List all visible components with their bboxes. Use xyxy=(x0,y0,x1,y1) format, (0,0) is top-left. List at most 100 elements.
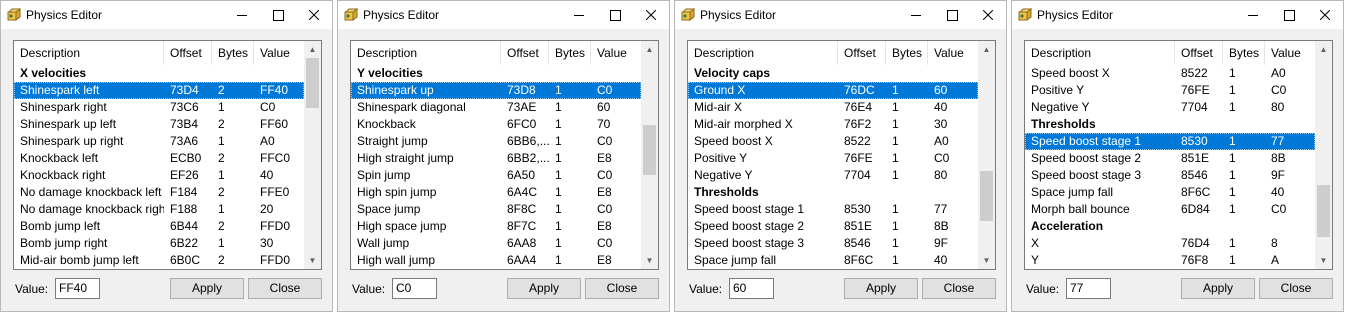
title-bar[interactable]: Physics Editor xyxy=(338,1,669,29)
value-input[interactable]: 77 xyxy=(1066,278,1111,299)
list-row[interactable]: Speed boost X 8522 1 A0 xyxy=(1025,65,1315,82)
list-row[interactable]: Space jump fall 8F6C 1 40 xyxy=(1025,184,1315,201)
column-header[interactable]: Value xyxy=(1265,41,1317,65)
physics-list[interactable]: Description Offset Bytes Value Y velocities S… xyxy=(350,40,659,270)
list-row[interactable]: Shinespark diagonal 73AE 1 60 xyxy=(351,99,641,116)
column-header[interactable]: Description xyxy=(14,41,164,65)
scroll-up-arrow-icon[interactable]: ▲ xyxy=(641,41,658,58)
list-row[interactable]: High straight jump 6BB2,... 1 E8 xyxy=(351,150,641,167)
close-button[interactable]: Close xyxy=(922,278,996,299)
physics-list[interactable]: Description Offset Bytes Value X velocities S… xyxy=(13,40,322,270)
column-header[interactable]: Description xyxy=(351,41,501,65)
title-bar[interactable]: Physics Editor xyxy=(1,1,332,29)
scroll-down-arrow-icon[interactable]: ▼ xyxy=(978,252,995,269)
apply-button[interactable]: Apply xyxy=(507,278,581,299)
list-row[interactable]: Straight jump 6BB6,... 1 C0 xyxy=(351,133,641,150)
list-row[interactable]: Shinespark up 73D8 1 C0 xyxy=(351,82,641,99)
column-header[interactable]: Description xyxy=(688,41,838,65)
list-row[interactable]: Spin jump 6A50 1 C0 xyxy=(351,167,641,184)
column-header[interactable]: Offset xyxy=(164,41,212,65)
value-input[interactable]: C0 xyxy=(392,278,437,299)
maximize-button[interactable] xyxy=(934,1,970,29)
list-row[interactable]: Wall jump 6AA8 1 C0 xyxy=(351,235,641,252)
list-row[interactable]: Mid-air morphed X 76F2 1 30 xyxy=(688,116,978,133)
title-bar[interactable]: Physics Editor xyxy=(675,1,1006,29)
minimize-button[interactable] xyxy=(1235,1,1271,29)
group-header-row[interactable]: Thresholds xyxy=(1025,116,1315,133)
list-row[interactable]: Shinespark left 73D4 2 FF40 xyxy=(14,82,304,99)
scroll-up-arrow-icon[interactable]: ▲ xyxy=(304,41,321,58)
list-row[interactable]: Speed boost X 8522 1 A0 xyxy=(688,133,978,150)
vertical-scrollbar[interactable]: ▲ ▼ xyxy=(1315,41,1332,269)
list-row[interactable]: Morph ball bounce 6D84 1 C0 xyxy=(1025,201,1315,218)
group-header-row[interactable]: Thresholds xyxy=(688,184,978,201)
group-header-row[interactable]: Velocity caps xyxy=(688,65,978,82)
column-header[interactable]: Offset xyxy=(838,41,886,65)
list-row[interactable]: X 76D4 1 8 xyxy=(1025,235,1315,252)
list-row[interactable]: Positive Y 76FE 1 C0 xyxy=(688,150,978,167)
list-row[interactable]: Speed boost stage 3 8546 1 9F xyxy=(688,235,978,252)
list-row[interactable]: High spin jump 6A4C 1 E8 xyxy=(351,184,641,201)
list-row[interactable]: Y 76F8 1 A xyxy=(1025,252,1315,269)
list-row[interactable]: Space jump 8F8C 1 C0 xyxy=(351,201,641,218)
list-row[interactable]: Shinespark up left 73B4 2 FF60 xyxy=(14,116,304,133)
scroll-up-arrow-icon[interactable]: ▲ xyxy=(1315,41,1332,58)
column-header[interactable]: Bytes xyxy=(886,41,928,65)
scroll-up-arrow-icon[interactable]: ▲ xyxy=(978,41,995,58)
maximize-button[interactable] xyxy=(260,1,296,29)
minimize-button[interactable] xyxy=(224,1,260,29)
physics-list[interactable]: Description Offset Bytes Value Speed boost X… xyxy=(1024,40,1333,270)
minimize-button[interactable] xyxy=(561,1,597,29)
scroll-thumb[interactable] xyxy=(643,125,656,175)
list-row[interactable]: Speed boost stage 3 8546 1 9F xyxy=(1025,167,1315,184)
list-row[interactable]: Speed boost stage 1 8530 1 77 xyxy=(688,201,978,218)
close-window-button[interactable] xyxy=(633,1,669,29)
vertical-scrollbar[interactable]: ▲ ▼ xyxy=(641,41,658,269)
scroll-thumb[interactable] xyxy=(1317,185,1330,237)
scroll-down-arrow-icon[interactable]: ▼ xyxy=(304,252,321,269)
column-header[interactable]: Bytes xyxy=(1223,41,1265,65)
list-row[interactable]: High wall jump 6AA4 1 E8 xyxy=(351,252,641,269)
list-row[interactable]: Shinespark right 73C6 1 C0 xyxy=(14,99,304,116)
list-row[interactable]: No damage knockback right F188 1 20 xyxy=(14,201,304,218)
list-row[interactable]: No damage knockback left F184 2 FFE0 xyxy=(14,184,304,201)
column-header[interactable]: Offset xyxy=(1175,41,1223,65)
physics-list[interactable]: Description Offset Bytes Value Velocity caps… xyxy=(687,40,996,270)
list-row[interactable]: Negative Y 7704 1 80 xyxy=(1025,99,1315,116)
list-row[interactable]: Mid-air X 76E4 1 40 xyxy=(688,99,978,116)
column-header[interactable]: Value xyxy=(591,41,643,65)
vertical-scrollbar[interactable]: ▲ ▼ xyxy=(978,41,995,269)
group-header-row[interactable]: X velocities xyxy=(14,65,304,82)
group-header-row[interactable]: Acceleration xyxy=(1025,218,1315,235)
close-window-button[interactable] xyxy=(296,1,332,29)
apply-button[interactable]: Apply xyxy=(844,278,918,299)
list-row[interactable]: Knockback right EF26 1 40 xyxy=(14,167,304,184)
value-input[interactable]: FF40 xyxy=(55,278,100,299)
column-header[interactable]: Value xyxy=(254,41,306,65)
close-window-button[interactable] xyxy=(970,1,1006,29)
maximize-button[interactable] xyxy=(597,1,633,29)
scroll-down-arrow-icon[interactable]: ▼ xyxy=(641,252,658,269)
close-button[interactable]: Close xyxy=(1259,278,1333,299)
vertical-scrollbar[interactable]: ▲ ▼ xyxy=(304,41,321,269)
close-window-button[interactable] xyxy=(1307,1,1343,29)
list-row[interactable]: Ground X 76DC 1 60 xyxy=(688,82,978,99)
list-row[interactable]: Mid-air bomb jump left 6B0C 2 FFD0 xyxy=(14,252,304,269)
column-header[interactable]: Value xyxy=(928,41,980,65)
value-input[interactable]: 60 xyxy=(729,278,774,299)
column-header[interactable]: Description xyxy=(1025,41,1175,65)
maximize-button[interactable] xyxy=(1271,1,1307,29)
list-row[interactable]: Knockback left ECB0 2 FFC0 xyxy=(14,150,304,167)
scroll-thumb[interactable] xyxy=(980,171,993,221)
list-row[interactable]: Space jump fall 8F6C 1 40 xyxy=(688,252,978,269)
column-header[interactable]: Offset xyxy=(501,41,549,65)
column-header[interactable]: Bytes xyxy=(549,41,591,65)
group-header-row[interactable]: Y velocities xyxy=(351,65,641,82)
column-header[interactable]: Bytes xyxy=(212,41,254,65)
apply-button[interactable]: Apply xyxy=(170,278,244,299)
list-row[interactable]: Shinespark up right 73A6 1 A0 xyxy=(14,133,304,150)
list-row[interactable]: Bomb jump right 6B22 1 30 xyxy=(14,235,304,252)
list-row[interactable]: Negative Y 7704 1 80 xyxy=(688,167,978,184)
close-button[interactable]: Close xyxy=(248,278,322,299)
list-row[interactable]: Speed boost stage 1 8530 1 77 xyxy=(1025,133,1315,150)
